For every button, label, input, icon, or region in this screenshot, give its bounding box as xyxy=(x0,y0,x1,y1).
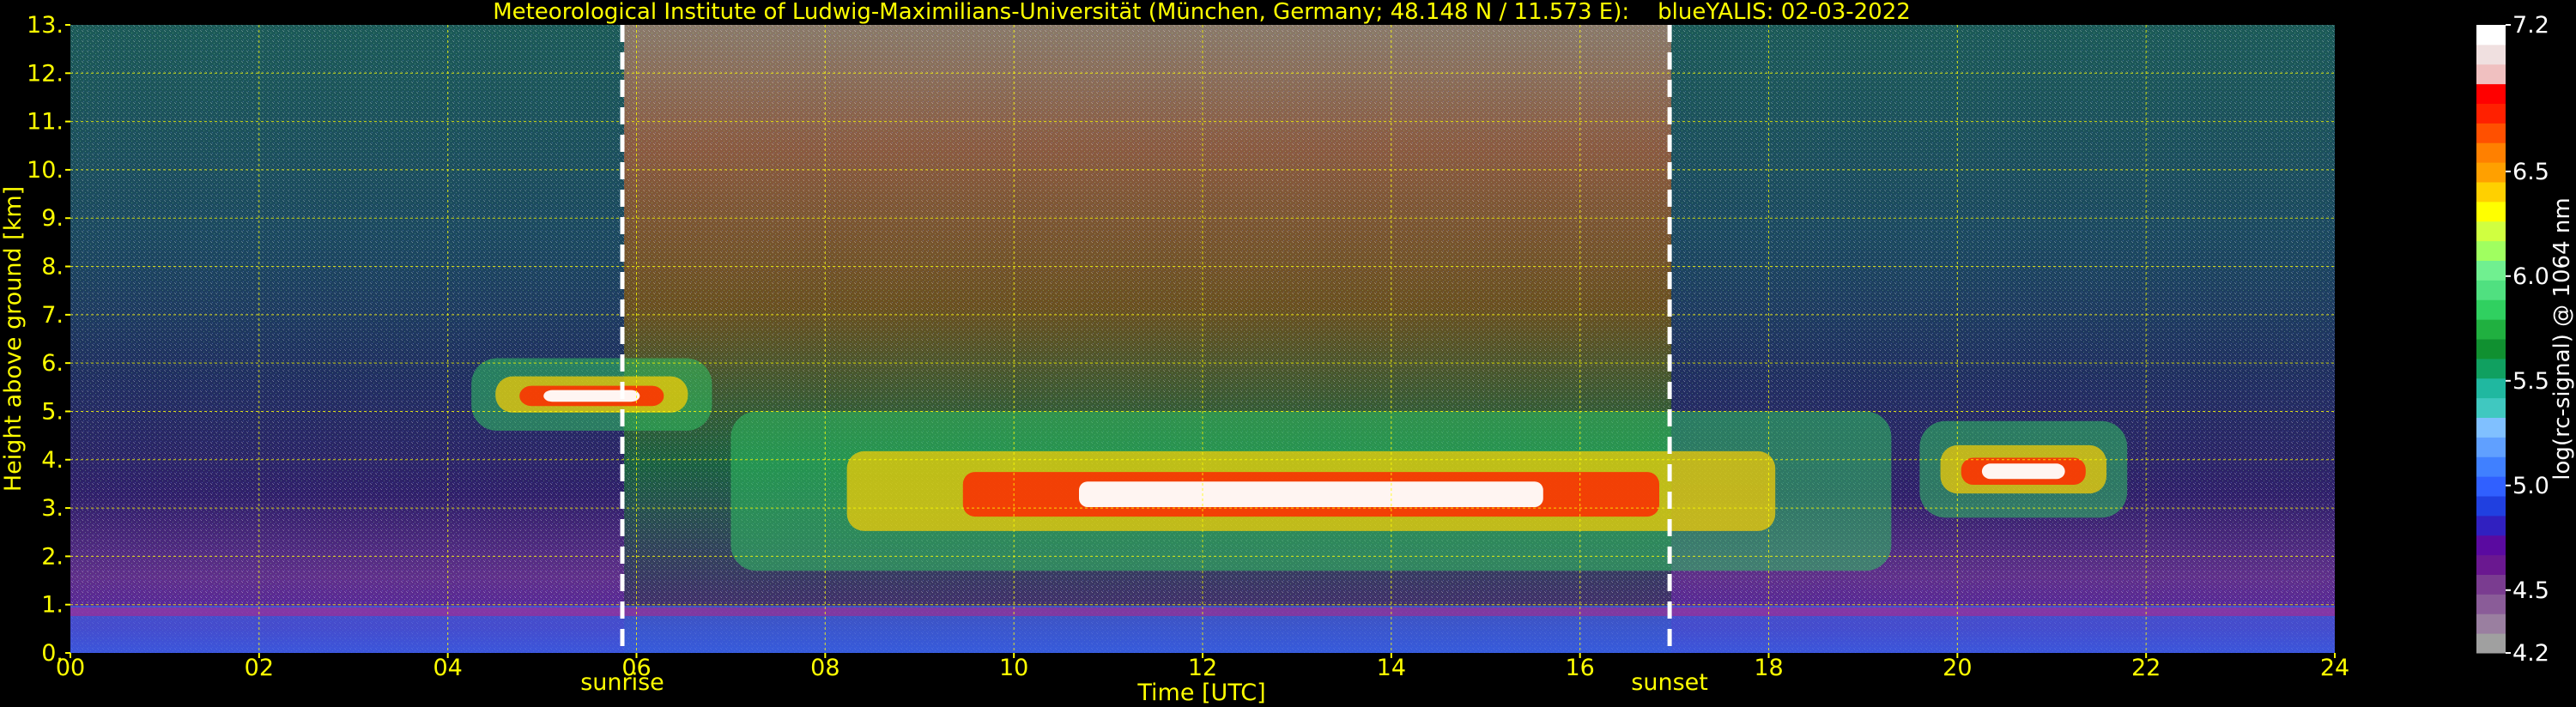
cloud-feature-2 xyxy=(1919,420,2128,518)
y-tick-label: 9. xyxy=(41,205,64,232)
colorbar-swatch xyxy=(2476,496,2506,517)
colorbar-swatch xyxy=(2476,613,2506,634)
colorbar-swatch xyxy=(2476,103,2506,124)
cloud-core xyxy=(1981,463,2065,480)
y-axis-ticks: 0.1.2.3.4.5.6.7.8.9.10.11.12.13. xyxy=(27,12,70,667)
colorbar-swatch xyxy=(2476,633,2506,654)
colorbar-swatch xyxy=(2476,221,2506,242)
colorbar-swatch xyxy=(2476,240,2506,261)
y-axis-label: Height above ground [km] xyxy=(0,186,27,492)
colorbar-tick-label: 6.5 xyxy=(2512,159,2549,185)
x-tick-label: 24 xyxy=(2320,655,2349,681)
x-tick-label: 16 xyxy=(1565,655,1594,681)
colorbar xyxy=(2476,25,2506,654)
x-tick-label: 22 xyxy=(2131,655,2161,681)
colorbar-swatch xyxy=(2476,123,2506,143)
colorbar-swatch xyxy=(2476,44,2506,65)
x-tick-label: 10 xyxy=(999,655,1028,681)
colorbar-swatch xyxy=(2476,83,2506,104)
y-tick-label: 1. xyxy=(41,592,64,619)
colorbar-swatch xyxy=(2476,515,2506,536)
colorbar-swatch xyxy=(2476,358,2506,379)
colorbar-swatch xyxy=(2476,299,2506,320)
colorbar-swatch xyxy=(2476,417,2506,438)
x-tick-label: 02 xyxy=(245,655,274,681)
colorbar-swatch xyxy=(2476,437,2506,457)
colorbar-swatch xyxy=(2476,182,2506,202)
colorbar-swatch xyxy=(2476,339,2506,360)
x-tick-label: 06 xyxy=(621,655,651,681)
colorbar-swatch xyxy=(2476,162,2506,183)
y-tick-label: 8. xyxy=(41,254,64,281)
cloud-feature-0 xyxy=(471,358,712,431)
colorbar-swatch xyxy=(2476,456,2506,477)
colorbar-swatch xyxy=(2476,25,2506,45)
x-tick-label: 08 xyxy=(810,655,839,681)
y-tick-label: 13. xyxy=(27,12,64,39)
colorbar-swatch xyxy=(2476,142,2506,163)
colorbar-swatch xyxy=(2476,476,2506,497)
colorbar-tick-label: 4.5 xyxy=(2512,577,2549,604)
cloud-feature-1 xyxy=(730,411,1892,571)
colorbar-swatch xyxy=(2476,260,2506,281)
y-tick-label: 11. xyxy=(27,109,64,136)
y-tick-label: 7. xyxy=(41,302,64,329)
x-tick-label: 00 xyxy=(56,655,85,681)
colorbar-label: log(rc-signal) @ 1064 nm xyxy=(2549,197,2575,480)
colorbar-tick-label: 6.0 xyxy=(2512,263,2549,290)
x-tick-label: 14 xyxy=(1377,655,1406,681)
y-tick-label: 10. xyxy=(27,157,64,184)
x-tick-label: 18 xyxy=(1754,655,1783,681)
y-tick-label: 6. xyxy=(41,350,64,377)
y-tick-label: 12. xyxy=(27,60,64,87)
cloud-core xyxy=(543,390,640,402)
colorbar-swatch xyxy=(2476,554,2506,575)
colorbar-tick-label: 5.0 xyxy=(2512,473,2549,499)
lidar-chart: sunrise sunset 0.1.2.3.4.5.6.7.8.9.10.11.… xyxy=(0,0,2575,706)
colorbar-swatch xyxy=(2476,535,2506,556)
x-tick-label: 04 xyxy=(433,655,462,681)
colorbar-tick-label: 5.5 xyxy=(2512,368,2549,395)
sunset-label: sunset xyxy=(1631,669,1708,696)
y-tick-label: 4. xyxy=(41,447,64,474)
cloud-core xyxy=(1079,481,1543,507)
colorbar-swatch xyxy=(2476,201,2506,222)
colorbar-swatch xyxy=(2476,63,2506,85)
y-tick-label: 3. xyxy=(41,495,64,522)
colorbar-swatch xyxy=(2476,378,2506,399)
x-tick-label: 12 xyxy=(1188,655,1217,681)
colorbar-swatch xyxy=(2476,574,2506,595)
colorbar-tick-label: 7.2 xyxy=(2512,12,2549,39)
chart-title: Meteorological Institute of Ludwig-Maxim… xyxy=(493,0,1911,25)
colorbar-swatch xyxy=(2476,397,2506,418)
colorbar-swatch xyxy=(2476,280,2506,300)
x-axis-ticks: 00 02 04 06 08 10 12 14 16 18 20 22 24 xyxy=(56,653,2349,681)
x-tick-label: 20 xyxy=(1943,655,1972,681)
colorbar-swatch xyxy=(2476,594,2506,614)
colorbar-swatch xyxy=(2476,319,2506,340)
y-tick-label: 5. xyxy=(41,398,64,425)
x-axis-label: Time [UTC] xyxy=(1136,680,1265,706)
y-tick-label: 2. xyxy=(41,543,64,570)
colorbar-tick-label: 4.2 xyxy=(2512,640,2549,667)
colorbar-ticks: 4.2 4.5 5.0 5.5 6.0 6.5 7.2 xyxy=(2506,12,2549,667)
